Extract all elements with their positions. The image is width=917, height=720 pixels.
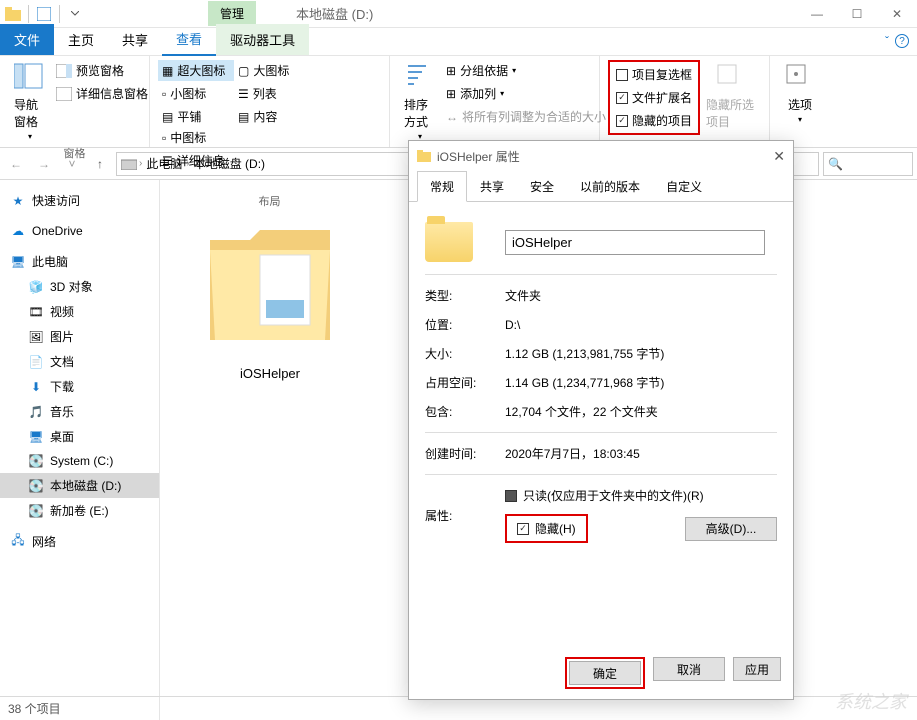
sidebar-quick-access[interactable]: ★快速访问 (0, 188, 159, 213)
ok-button[interactable]: 确定 (569, 661, 641, 685)
tab-drive-tools[interactable]: 驱动器工具 (216, 24, 309, 55)
name-input[interactable] (505, 230, 765, 255)
sidebar-drive-d[interactable]: 💽本地磁盘 (D:) (0, 473, 159, 498)
options-button[interactable]: 选项▾ (778, 60, 822, 126)
sort-by-button[interactable]: 排序方式▾ (398, 60, 442, 143)
minimize-button[interactable]: — (797, 0, 837, 28)
help-icon[interactable]: ˇ (885, 34, 889, 48)
item-checkboxes-toggle[interactable]: 项目复选框 (612, 64, 696, 85)
sidebar-3d[interactable]: 🧊3D 对象 (0, 274, 159, 299)
size-value: 1.12 GB (1,213,981,755 字节) (505, 345, 777, 362)
add-columns-button[interactable]: ⊞添加列▾ (442, 83, 610, 104)
folder-large-icon (190, 200, 350, 360)
folder-item[interactable]: iOSHelper (180, 200, 360, 381)
folder-label: iOSHelper (240, 366, 300, 381)
medium-icons[interactable]: ▫中图标 (158, 127, 238, 148)
tab-share[interactable]: 共享 (108, 24, 162, 55)
search-input[interactable]: 🔍 (823, 152, 913, 176)
window-title: 本地磁盘 (D:) (256, 4, 797, 23)
extra-large-icons[interactable]: ▦超大图标 (158, 60, 234, 81)
hidden-items-toggle[interactable]: 隐藏的项目 (612, 110, 696, 131)
dialog-tab-share[interactable]: 共享 (467, 171, 517, 202)
sidebar-music[interactable]: 🎵音乐 (0, 399, 159, 424)
help-question-icon[interactable]: ? (895, 34, 909, 48)
list-view[interactable]: ☰列表 (234, 83, 304, 104)
properties-icon[interactable] (35, 5, 53, 23)
contains-value: 12,704 个文件，22 个文件夹 (505, 403, 777, 420)
item-count: 38 个项目 (8, 700, 61, 717)
large-icons[interactable]: ▢大图标 (234, 60, 304, 81)
ribbon: 导航窗格 ▾ 预览窗格 详细信息窗格 窗格 ▦超大图标 ▫小图标 ▤平铺 ▢大图… (0, 56, 917, 148)
up-button[interactable]: ↑ (88, 152, 112, 176)
nav-sidebar: ★快速访问 ☁OneDrive 🖥此电脑 🧊3D 对象 🎞视频 🖼图片 📄文档 … (0, 180, 160, 720)
sidebar-videos[interactable]: 🎞视频 (0, 299, 159, 324)
file-extensions-toggle[interactable]: 文件扩展名 (612, 87, 696, 108)
advanced-button[interactable]: 高级(D)... (685, 517, 777, 541)
folder-icon (425, 222, 473, 262)
hidden-checkbox[interactable] (517, 523, 529, 535)
hide-selected-button: 隐藏所选项目 (700, 60, 761, 132)
watermark: 系统之家 (835, 688, 907, 714)
folder-small-icon (417, 150, 431, 162)
sidebar-desktop[interactable]: 🖥桌面 (0, 424, 159, 449)
sidebar-network[interactable]: 🖧网络 (0, 529, 159, 554)
size-columns-button: ↔将所有列调整为合适的大小 (442, 106, 610, 127)
size-on-disk-value: 1.14 GB (1,234,771,968 字节) (505, 374, 777, 391)
sidebar-drive-c[interactable]: 💽System (C:) (0, 449, 159, 473)
readonly-checkbox[interactable] (505, 490, 517, 502)
forward-button: → (32, 152, 56, 176)
dialog-title-text: iOSHelper 属性 (437, 148, 520, 165)
dialog-tab-custom[interactable]: 自定义 (653, 171, 715, 202)
nav-pane-button[interactable]: 导航窗格 ▾ (8, 60, 52, 143)
location-value: D:\ (505, 318, 777, 332)
dialog-tabs: 常规 共享 安全 以前的版本 自定义 (409, 171, 793, 202)
content-view[interactable]: ▤内容 (234, 106, 304, 127)
maximize-button[interactable]: ☐ (837, 0, 877, 28)
details-pane-button[interactable]: 详细信息窗格 (52, 83, 152, 104)
sidebar-documents[interactable]: 📄文档 (0, 349, 159, 374)
close-button[interactable]: ✕ (877, 0, 917, 28)
tab-home[interactable]: 主页 (54, 24, 108, 55)
dialog-tab-general[interactable]: 常规 (417, 171, 467, 202)
recent-locations[interactable]: ˅ (60, 152, 84, 176)
created-value: 2020年7月7日，18:03:45 (505, 445, 777, 462)
dialog-tab-security[interactable]: 安全 (517, 171, 567, 202)
properties-dialog: iOSHelper 属性 ✕ 常规 共享 安全 以前的版本 自定义 类型:文件夹… (408, 140, 794, 700)
breadcrumb-drive-d[interactable]: 本地磁盘 (D:) (192, 155, 267, 172)
breadcrumb-this-pc[interactable]: 此电脑 (144, 155, 184, 172)
tiles-view[interactable]: ▤平铺 (158, 106, 234, 127)
ribbon-tabs: 文件 主页 共享 查看 驱动器工具 ˇ ? (0, 28, 917, 56)
group-by-button[interactable]: ⊞分组依据▾ (442, 60, 610, 81)
sidebar-downloads[interactable]: ⬇下载 (0, 374, 159, 399)
sidebar-drive-e[interactable]: 💽新加卷 (E:) (0, 498, 159, 523)
preview-pane-button[interactable]: 预览窗格 (52, 60, 152, 81)
tab-view[interactable]: 查看 (162, 23, 216, 56)
search-icon: 🔍 (828, 157, 843, 171)
sidebar-this-pc[interactable]: 🖥此电脑 (0, 249, 159, 274)
dropdown-icon[interactable] (66, 5, 84, 23)
folder-icon (4, 5, 22, 23)
sidebar-onedrive[interactable]: ☁OneDrive (0, 219, 159, 243)
tab-file[interactable]: 文件 (0, 24, 54, 55)
type-value: 文件夹 (505, 287, 777, 304)
cancel-button[interactable]: 取消 (653, 657, 725, 681)
back-button[interactable]: ← (4, 152, 28, 176)
small-icons[interactable]: ▫小图标 (158, 83, 234, 104)
sidebar-pictures[interactable]: 🖼图片 (0, 324, 159, 349)
apply-button[interactable]: 应用 (733, 657, 781, 681)
dialog-close-button[interactable]: ✕ (773, 148, 785, 165)
dialog-tab-previous[interactable]: 以前的版本 (567, 171, 653, 202)
drive-icon (121, 158, 137, 170)
